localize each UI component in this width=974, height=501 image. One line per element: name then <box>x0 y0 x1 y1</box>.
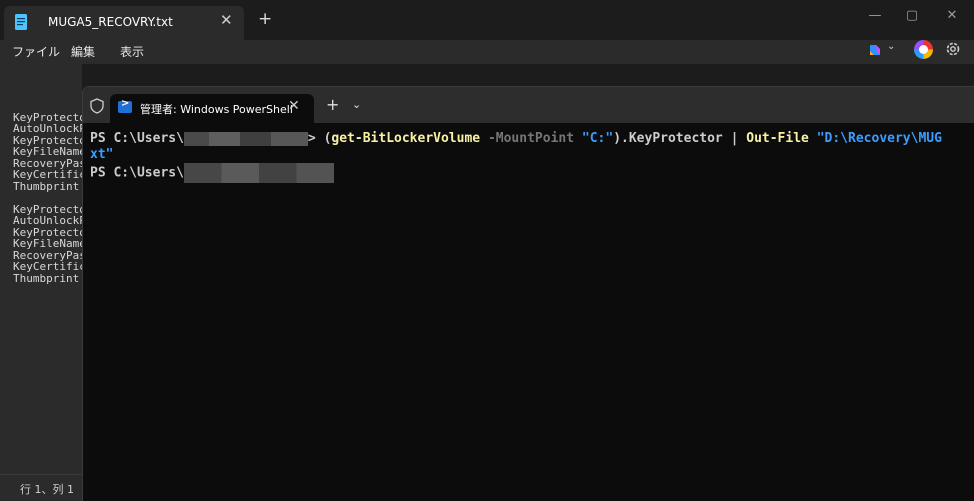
profile-icon[interactable] <box>914 40 933 59</box>
prompt-suffix: > <box>307 131 316 146</box>
chevron-down-icon[interactable]: ⌄ <box>352 98 361 111</box>
text-line: KeyCertifica <box>13 168 93 181</box>
notepad-statusbar: 行 1、列 1 <box>0 474 82 501</box>
text-line: AutoUnlockP <box>13 122 86 135</box>
notepad-tab[interactable]: MUGA5_RECOVRY.txt ✕ <box>4 6 244 40</box>
menu-file[interactable]: ファイル <box>12 43 60 60</box>
redacted-username <box>183 163 334 183</box>
close-tab-icon[interactable]: ✕ <box>220 11 233 29</box>
powershell-tab[interactable]: 管理者: Windows PowerShell ✕ <box>110 94 314 123</box>
text-line: Thumbprint <box>13 179 80 193</box>
console-line-3: PS C:\Users\ <box>90 163 974 183</box>
notepad-menubar: ファイル 編集 表示 ⌄ <box>0 40 974 64</box>
path-string: "D:\Recovery\MUG <box>816 131 942 146</box>
console-line-1: PS C:\Users\ > (get-BitLockerVolume -Moun… <box>90 131 974 147</box>
cmdlet-text: get-BitLockerVolume <box>331 131 481 146</box>
arg-string: "C:" <box>581 131 614 146</box>
pipe-operator: | <box>730 131 739 146</box>
copilot-icon[interactable] <box>867 42 883 58</box>
text-line: Thumbprint <box>13 271 80 285</box>
text-line: KeyCertifica <box>13 260 93 273</box>
notepad-icon <box>15 14 27 30</box>
chevron-down-icon[interactable]: ⌄ <box>887 41 895 52</box>
new-tab-button[interactable]: + <box>326 97 339 113</box>
powershell-window: 管理者: Windows PowerShell ✕ + ⌄ PS C:\User… <box>82 86 974 501</box>
cursor-position: 行 1、列 1 <box>20 483 74 496</box>
path-string-wrap: xt" <box>90 147 114 162</box>
text-line: KeyFileName <box>13 145 86 158</box>
param-text: -MountPoint <box>487 131 575 146</box>
cmdlet-text: Out-File <box>746 131 809 146</box>
close-tab-icon[interactable]: ✕ <box>288 98 300 114</box>
property-text: ).KeyProtector <box>613 131 723 146</box>
text-line: KeyFileName <box>13 237 86 250</box>
notepad-tab-title: MUGA5_RECOVRY.txt <box>48 15 173 29</box>
gear-icon[interactable] <box>944 40 962 58</box>
console-output[interactable]: PS C:\Users\ > (get-BitLockerVolume -Moun… <box>90 131 974 183</box>
minimize-button[interactable]: — <box>857 5 893 27</box>
close-window-button[interactable]: ✕ <box>934 5 970 27</box>
powershell-icon <box>118 98 132 113</box>
new-tab-button[interactable]: + <box>258 11 272 28</box>
powershell-tabbar: 管理者: Windows PowerShell ✕ + ⌄ <box>83 87 974 123</box>
notepad-text: KeyProtecto AutoUnlockP KeyProtecto KeyFile… <box>13 100 92 307</box>
text-line: AutoUnlockP <box>13 214 86 227</box>
menu-view[interactable]: 表示 <box>120 43 144 60</box>
console-line-2: xt" <box>90 147 974 163</box>
prompt-text: PS C:\Users\ <box>90 131 184 146</box>
menu-edit[interactable]: 編集 <box>71 43 95 60</box>
powershell-tab-title: 管理者: Windows PowerShell <box>140 103 293 116</box>
text-line <box>13 192 92 204</box>
notepad-editor[interactable]: KeyProtecto AutoUnlockP KeyProtecto KeyFile… <box>0 64 92 474</box>
maximize-button[interactable]: ▢ <box>894 5 930 27</box>
redacted-username <box>183 131 308 146</box>
shield-icon <box>90 98 104 114</box>
notepad-titlebar: MUGA5_RECOVRY.txt ✕ + — ▢ ✕ <box>0 0 974 40</box>
prompt-text: PS C:\Users\ <box>90 165 184 181</box>
